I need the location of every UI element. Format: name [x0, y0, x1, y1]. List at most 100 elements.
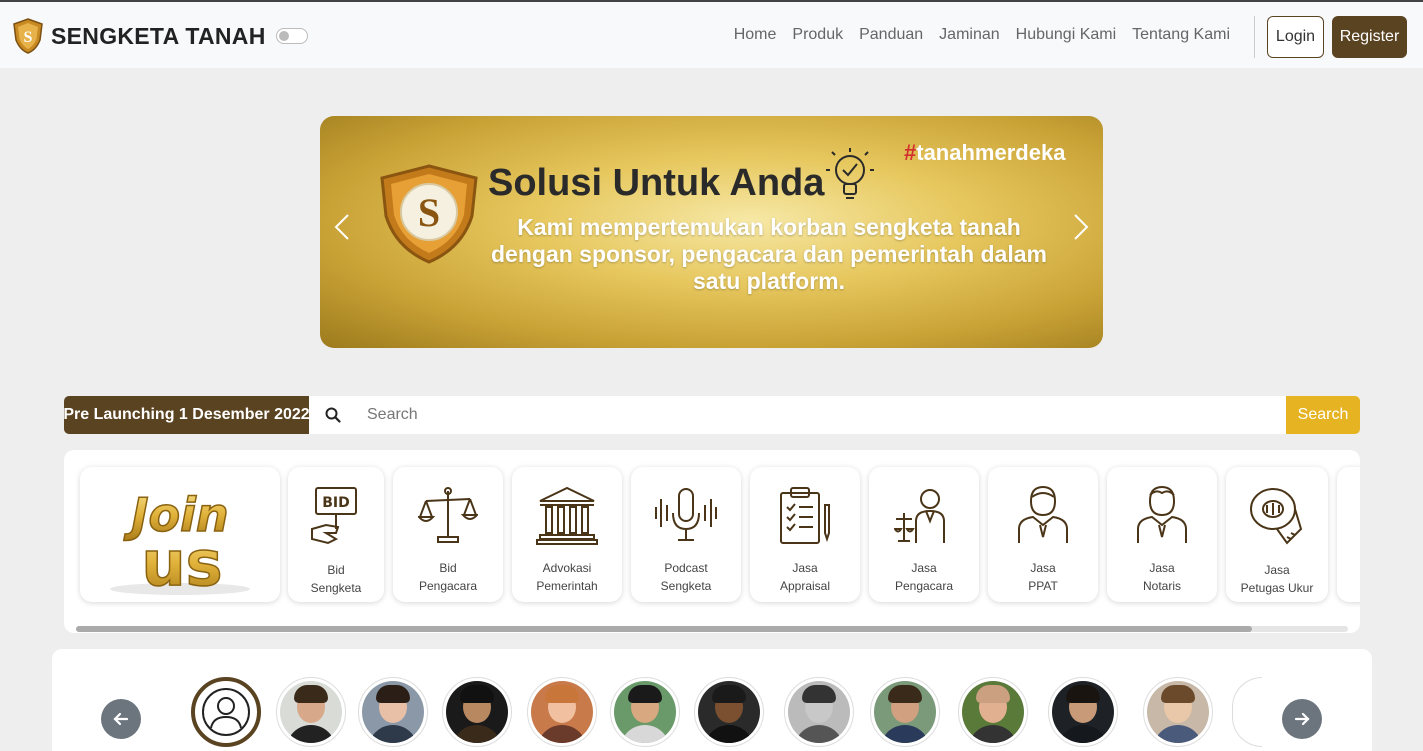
svg-text:us: us [141, 527, 222, 600]
avatar-default[interactable] [191, 677, 261, 747]
service-label: Jasa Appraisal [780, 559, 830, 595]
brand-logo-icon: S [13, 18, 43, 54]
service-label: Bid Sengketa [311, 561, 362, 597]
service-label-line1: Advokasi [542, 561, 592, 575]
service-jasa-notaris[interactable]: Jasa Notaris [1107, 467, 1217, 602]
nav-hubungi-kami[interactable]: Hubungi Kami [1008, 26, 1125, 44]
nav-home[interactable]: Home [726, 26, 785, 44]
service-card-partial[interactable] [1337, 467, 1360, 602]
service-label-line1: Bid [439, 561, 457, 575]
members-prev-button[interactable] [101, 699, 141, 739]
brand-name: SENGKETA TANAH [51, 22, 266, 49]
brand[interactable]: S SENGKETA TANAH [12, 18, 266, 54]
nav-produk[interactable]: Produk [784, 26, 851, 44]
service-bid-pengacara[interactable]: Bid Pengacara [393, 467, 503, 602]
login-button[interactable]: Login [1267, 16, 1324, 58]
bid-icon: BID [311, 487, 357, 545]
avatar-photo [698, 681, 760, 743]
arrow-left-icon [113, 712, 129, 726]
banner-hashtag: #tanahmerdeka [904, 140, 1065, 166]
avatar-photo [614, 681, 676, 743]
members-carousel [52, 649, 1372, 751]
service-advokasi-pemerintah[interactable]: Advokasi Pemerintah [512, 467, 622, 602]
search-input[interactable] [357, 396, 1286, 434]
service-jasa-pengacara[interactable]: Jasa Pengacara [869, 467, 979, 602]
avatar-photo [874, 681, 936, 743]
scales-icon [418, 487, 478, 543]
avatar[interactable] [610, 677, 680, 747]
avatar[interactable] [870, 677, 940, 747]
join-us-card[interactable]: Join us [80, 467, 280, 602]
service-label-line2: PPAT [1028, 579, 1058, 593]
government-building-icon [536, 486, 598, 545]
service-podcast-sengketa[interactable]: Podcast Sengketa [631, 467, 741, 602]
service-label-line2: Pemerintah [536, 579, 598, 593]
avatar[interactable] [694, 677, 764, 747]
service-label-line2: Pengacara [418, 579, 478, 593]
shield-logo-icon: S [380, 164, 478, 264]
scrollbar-thumb[interactable] [76, 626, 1252, 632]
search-icon [325, 407, 341, 423]
services-scrollbar[interactable] [76, 626, 1348, 632]
avatar-partial[interactable] [1232, 677, 1262, 747]
search-bar: Pre Launching 1 Desember 2022 Search [63, 396, 1360, 434]
prelaunch-badge: Pre Launching 1 Desember 2022 [63, 396, 310, 434]
members-next-button[interactable] [1282, 699, 1322, 739]
avatar-photo [1052, 681, 1114, 743]
service-jasa-appraisal[interactable]: Jasa Appraisal [750, 467, 860, 602]
svg-text:S: S [418, 190, 440, 235]
theme-toggle[interactable] [276, 28, 308, 44]
svg-text:S: S [24, 29, 33, 46]
search-button[interactable]: Search [1286, 396, 1360, 434]
service-label: Jasa Pengacara [895, 559, 953, 595]
service-label-line1: Jasa [911, 561, 937, 575]
avatar-photo [788, 681, 850, 743]
hashtag-text: tanahmerdeka [916, 140, 1066, 165]
service-label: Jasa Notaris [1143, 559, 1181, 595]
carousel-prev-icon[interactable] [332, 212, 352, 242]
avatar[interactable] [276, 677, 346, 747]
avatar[interactable] [527, 677, 597, 747]
measuring-tape-icon [1250, 488, 1303, 545]
service-label: Bid Pengacara [419, 559, 477, 595]
service-label-line2: Sengketa [660, 579, 712, 593]
hero-banner: S Solusi Untuk Anda #tanahmerdeka Kami m… [320, 116, 1103, 348]
avatar[interactable] [1143, 677, 1213, 747]
nav-panduan[interactable]: Panduan [851, 26, 931, 44]
service-label-line1: Jasa [792, 561, 818, 575]
service-label-line2: Appraisal [779, 579, 831, 593]
carousel-next-icon[interactable] [1071, 212, 1091, 242]
register-button[interactable]: Register [1332, 16, 1407, 58]
service-label: Jasa PPAT [1028, 559, 1058, 595]
avatar[interactable] [1048, 677, 1118, 747]
avatar-photo [280, 681, 342, 743]
avatar[interactable] [358, 677, 428, 747]
user-placeholder-icon [202, 688, 250, 736]
avatar-photo [1147, 681, 1209, 743]
clipboard-icon [780, 487, 830, 544]
service-label-line2: Notaris [1142, 579, 1181, 593]
service-jasa-petugas-ukur[interactable]: Jasa Petugas Ukur [1226, 467, 1328, 602]
service-label-line2: Sengketa [310, 581, 362, 595]
toggle-knob [279, 31, 289, 41]
service-label: Jasa Petugas Ukur [1241, 561, 1314, 597]
service-label-line1: Bid [327, 563, 345, 577]
lightbulb-icon [826, 148, 874, 199]
nav-jaminan[interactable]: Jaminan [931, 26, 1007, 44]
person-tie-icon [1137, 485, 1187, 543]
service-label-line1: Jasa [1149, 561, 1175, 575]
nav-links: Home Produk Panduan Jaminan Hubungi Kami… [726, 26, 1238, 44]
banner-title: Solusi Untuk Anda [488, 162, 825, 204]
service-bid-sengketa[interactable]: BID Bid Sengketa [288, 467, 384, 602]
avatar-photo [446, 681, 508, 743]
service-label-line1: Jasa [1264, 563, 1290, 577]
avatar[interactable] [442, 677, 512, 747]
avatar[interactable] [958, 677, 1028, 747]
avatar[interactable] [784, 677, 854, 747]
lawyer-icon [894, 489, 945, 543]
service-jasa-ppat[interactable]: Jasa PPAT [988, 467, 1098, 602]
avatar-photo [362, 681, 424, 743]
nav-tentang-kami[interactable]: Tentang Kami [1124, 26, 1238, 44]
services-strip: Join us BID Bid Sengketa Bid Pengacara A… [64, 450, 1360, 633]
avatar-photo [962, 681, 1024, 743]
